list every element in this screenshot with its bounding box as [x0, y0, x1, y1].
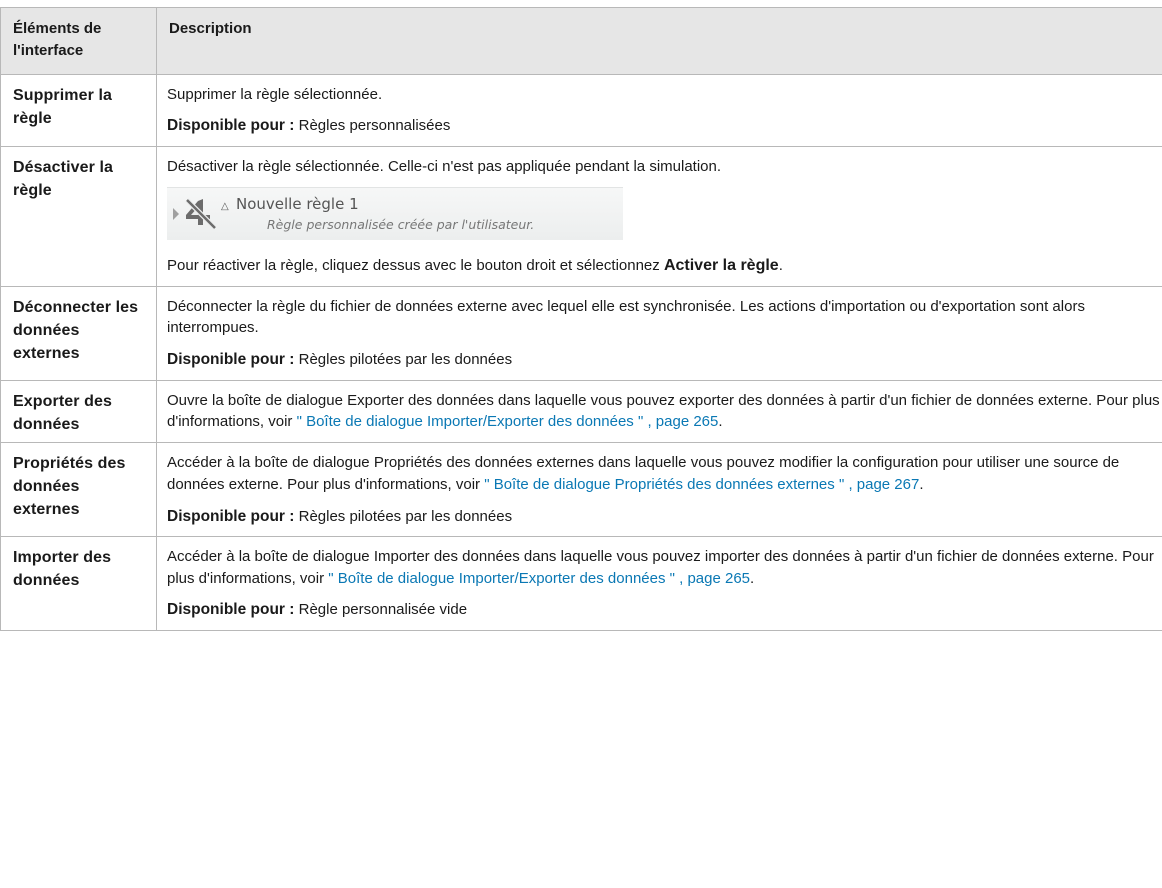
availability-label: Disponible pour : — [167, 117, 295, 135]
ui-element-name: Propriétés des données externes — [0, 442, 157, 537]
reactivate-prefix: Pour réactiver la règle, cliquez dessus … — [167, 257, 664, 275]
availability-label: Disponible pour : — [167, 507, 295, 525]
availability: Disponible pour : Règles personnalisées — [167, 115, 1162, 137]
availability-value: Règles pilotées par les données — [294, 351, 513, 369]
header-description: Description — [156, 7, 1162, 75]
ui-element-description: Supprimer la règle sélectionnée. Disponi… — [156, 73, 1162, 147]
availability-label: Disponible pour : — [167, 601, 295, 619]
reactivate-suffix: . — [778, 257, 783, 275]
availability: Disponible pour : Règles pilotées par le… — [167, 349, 1162, 371]
description-text: Désactiver la règle sélectionnée. Celle-… — [167, 157, 722, 175]
table-row: Importer des données Accéder à la boîte … — [0, 535, 1162, 631]
collapse-triangle-icon: △ — [221, 201, 229, 213]
ui-element-name: Importer des données — [0, 535, 157, 631]
availability-value: Règle personnalisée vide — [294, 601, 468, 619]
ui-element-description: Déconnecter la règle du fichier de donné… — [156, 285, 1162, 381]
ui-element-name: Supprimer la règle — [0, 73, 157, 147]
availability-label: Disponible pour : — [167, 351, 295, 369]
ui-element-name: Exporter des données — [0, 379, 157, 444]
activate-rule-label: Activer la règle — [663, 257, 779, 275]
table-row: Désactiver la règle Désactiver la règle … — [0, 145, 1162, 287]
availability-value: Règles pilotées par les données — [294, 507, 513, 525]
disabled-rule-icon — [183, 196, 219, 239]
disabled-rule-screenshot: △ Nouvelle règle 1 Règle personnalisée c… — [167, 187, 623, 241]
ui-elements-table: Éléments de l'interface Description Supp… — [0, 7, 1162, 631]
description-suffix: . — [718, 413, 723, 431]
description-text: Accéder à la boîte de dialogue Importer … — [167, 546, 1162, 590]
availability: Disponible pour : Règle personnalisée vi… — [167, 599, 1162, 621]
description-suffix: . — [919, 475, 924, 493]
availability-value: Règles personnalisées — [294, 117, 451, 135]
header-ui-elements: Éléments de l'interface — [0, 7, 157, 75]
ui-element-description: Ouvre la boîte de dialogue Exporter des … — [156, 379, 1162, 444]
table-header-row: Éléments de l'interface Description — [0, 7, 1162, 75]
ui-element-name: Déconnecter les données externes — [0, 285, 157, 381]
description-text: Ouvre la boîte de dialogue Exporter des … — [167, 390, 1162, 434]
cross-reference-link[interactable]: " Boîte de dialogue Importer/Exporter de… — [328, 570, 750, 587]
ui-element-description: Accéder à la boîte de dialogue Propriété… — [156, 442, 1162, 537]
table-row: Supprimer la règle Supprimer la règle sé… — [0, 73, 1162, 147]
ui-element-description: Désactiver la règle sélectionnée. Celle-… — [156, 145, 1162, 287]
cross-reference-link[interactable]: " Boîte de dialogue Propriétés des donné… — [484, 476, 919, 493]
description-suffix: . — [750, 569, 755, 587]
table-row: Exporter des données Ouvre la boîte de d… — [0, 379, 1162, 444]
description-text: Accéder à la boîte de dialogue Propriété… — [167, 452, 1162, 496]
description-text: Supprimer la règle sélectionnée. — [167, 85, 383, 103]
reactivate-text: Pour réactiver la règle, cliquez dessus … — [167, 254, 1162, 277]
table-row: Déconnecter les données externes Déconne… — [0, 285, 1162, 381]
rule-description: Règle personnalisée créée par l'utilisat… — [267, 217, 535, 233]
ui-element-name: Désactiver la règle — [0, 145, 157, 287]
expand-arrow-icon — [173, 208, 179, 221]
table-row: Propriétés des données externes Accéder … — [0, 442, 1162, 537]
ui-element-description: Accéder à la boîte de dialogue Importer … — [156, 535, 1162, 631]
description-text: Déconnecter la règle du fichier de donné… — [167, 297, 1085, 337]
rule-name: Nouvelle règle 1 — [236, 195, 359, 214]
cross-reference-link[interactable]: " Boîte de dialogue Importer/Exporter de… — [297, 413, 719, 430]
availability: Disponible pour : Règles pilotées par le… — [167, 506, 1162, 528]
